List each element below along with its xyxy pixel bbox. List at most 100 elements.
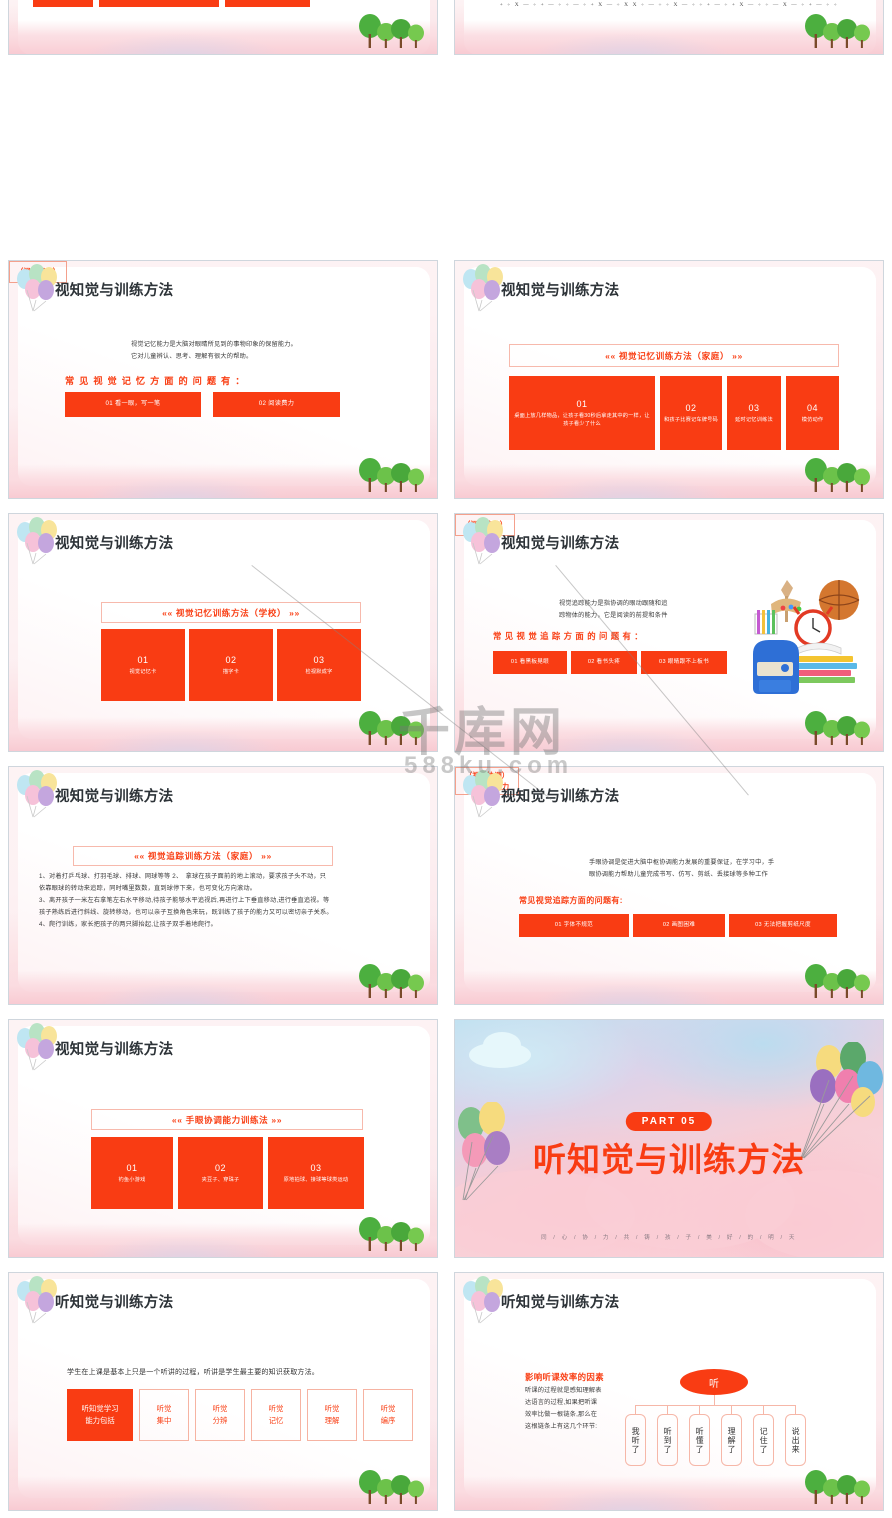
paragraph-line: 效率比做一根链条,那么在 xyxy=(525,1411,598,1419)
school-supplies-illustration xyxy=(753,580,860,694)
method-box[interactable]: 02 和孩子比赛记车牌号码 xyxy=(660,376,722,450)
slide-thumbnail-cut-right[interactable]: + ÷ X — ÷ + — ÷ ÷ — ÷ + X — ÷ X X ÷ — ÷ … xyxy=(446,0,892,62)
slide-canvas: PART 05 听知觉与训练方法 同 / 心 / 协 / 力 / 共 / 铸 /… xyxy=(454,1019,884,1258)
ability-box-primary[interactable]: 听知觉学习 能力包括 xyxy=(67,1389,133,1441)
orange-box[interactable] xyxy=(33,0,93,7)
slide-thumbnail-visuomotor-coordination[interactable]: 视知觉与训练方法 （视动协调） 手眼协调能力 手眼协调是促进大脑中枢协调能力发展… xyxy=(446,759,892,1012)
method-box[interactable]: 01 钓鱼小游戏 xyxy=(91,1137,173,1209)
ability-box[interactable]: 听觉 理解 xyxy=(307,1389,357,1441)
pink-wave-accent xyxy=(86,34,283,54)
orange-box[interactable] xyxy=(225,0,310,7)
slide-thumbnail-visual-memory-school[interactable]: 视知觉与训练方法 «« 视觉记忆训练方法（学校） »» 01 视觉记忆卡 02 … xyxy=(0,506,446,759)
trees-icon xyxy=(805,458,870,492)
section-band: «« 视觉追踪训练方法（家庭） »» xyxy=(73,846,333,866)
trees-icon xyxy=(359,458,424,492)
method-box[interactable]: 02 夹豆子、穿珠子 xyxy=(178,1137,263,1209)
problem-box[interactable]: 02 画图困难 xyxy=(633,914,725,937)
orange-box[interactable] xyxy=(99,0,219,7)
problem-box[interactable]: 01 看黑板晃眼 xyxy=(493,651,567,674)
balloons-icon xyxy=(17,264,57,312)
page-title: 视知觉与训练方法 xyxy=(501,536,620,552)
slide-thumbnail-auditory-abilities[interactable]: 听知觉与训练方法 学生在上课是基本上只是一个听讲的过程，听讲是学生最主要的知识获… xyxy=(0,1265,446,1518)
method-description: 描字卡 xyxy=(222,668,240,675)
tree-leaf-node[interactable]: 理解了 xyxy=(721,1414,742,1466)
ability-line: 听觉 xyxy=(380,1404,396,1414)
method-box[interactable]: 04 模仿动作 xyxy=(786,376,839,450)
trees-icon xyxy=(359,964,424,998)
problem-box[interactable]: 02 阅读费力 xyxy=(213,392,340,417)
slide-canvas: 视知觉与训练方法 （视觉追踪） 视觉追踪能力是指协调的眼动跟随和追 踪物体的能力… xyxy=(454,513,884,752)
trees-icon xyxy=(359,14,424,48)
method-description: 钓鱼小游戏 xyxy=(118,1176,146,1183)
method-number: 01 xyxy=(126,1162,138,1173)
slide-thumbnail-visual-memory-intro[interactable]: 视知觉与训练方法 （视觉记忆） 视觉记忆能力是大脑对眼睛所见到的事物印象的保留能… xyxy=(0,253,446,506)
slide-thumbnail-hand-eye-training[interactable]: 视知觉与训练方法 «« 手眼协调能力训练法 »» 01 钓鱼小游戏 02 夹豆子… xyxy=(0,1012,446,1265)
ability-box[interactable]: 听觉 集中 xyxy=(139,1389,189,1441)
ability-box[interactable]: 听觉 记忆 xyxy=(251,1389,301,1441)
definition-line: 它对儿童辨认、思考、理解有很大的帮助。 xyxy=(131,353,253,361)
method-box[interactable]: 03 原地拍球、接球等球类运动 xyxy=(268,1137,364,1209)
problem-box[interactable]: 01 看一眼，写一笔 xyxy=(65,392,201,417)
method-number: 02 xyxy=(225,654,237,665)
ability-line: 听觉 xyxy=(268,1404,284,1414)
method-box[interactable]: 01 视觉记忆卡 xyxy=(101,629,185,701)
slide-canvas: 听知觉与训练方法 学生在上课是基本上只是一个听讲的过程，听讲是学生最主要的知识获… xyxy=(8,1272,438,1511)
definition-line: 眼协调能力帮助儿童完成书写、仿写、剪纸、丢接球等多种工作 xyxy=(589,871,768,879)
tree-leaf-node[interactable]: 听到了 xyxy=(657,1414,678,1466)
tree-connector xyxy=(699,1405,700,1414)
method-box[interactable]: 01 桌面上放几样物品，让孩子看30秒后拿走其中的一样，让孩子看少了什么 xyxy=(509,376,655,450)
slide-canvas: + ÷ X — ÷ + — ÷ ÷ — ÷ + X — ÷ X X ÷ — ÷ … xyxy=(454,0,884,55)
slide-grid: + ÷ X — ÷ + — ÷ ÷ — ÷ + X — ÷ X X ÷ — ÷ … xyxy=(0,0,892,1518)
method-description: 和孩子比赛记车牌号码 xyxy=(664,416,718,423)
tree-leaf-node[interactable]: 我听了 xyxy=(625,1414,646,1466)
ability-line: 听觉 xyxy=(156,1404,172,1414)
section-paragraph: 听课的过程就是感知理解表 达语言的过程,如果把听课 效率比做一根链条,那么在 这… xyxy=(525,1385,621,1433)
balloons-left-icon xyxy=(458,1102,510,1201)
slide-thumbnail-listening-efficiency[interactable]: 听知觉与训练方法 影响听课效率的因素 听课的过程就是感知理解表 达语言的过程,如… xyxy=(446,1265,892,1518)
trees-icon xyxy=(805,1470,870,1504)
balloons-icon xyxy=(17,1276,57,1324)
slide-canvas: 视知觉与训练方法 «« 视觉记忆训练方法（家庭） »» 01 桌面上放几样物品，… xyxy=(454,260,884,499)
problem-box[interactable]: 02 看书头疼 xyxy=(571,651,637,674)
definition-line: 视觉记忆能力是大脑对眼睛所见到的事物印象的保留能力。 xyxy=(131,341,298,348)
slide-thumbnail-visual-tracking-home[interactable]: 视知觉与训练方法 «« 视觉追踪训练方法（家庭） »» 1、对着打乒乓球、打羽毛… xyxy=(0,759,446,1012)
tree-connector xyxy=(635,1405,795,1406)
page-title: 视知觉与训练方法 xyxy=(55,283,174,299)
method-number: 03 xyxy=(748,402,760,413)
trees-icon xyxy=(359,711,424,745)
tree-leaf-node[interactable]: 说出来 xyxy=(785,1414,806,1466)
ability-line: 记忆 xyxy=(268,1416,284,1425)
question-heading: 常见视觉追踪方面的问题有: xyxy=(519,896,623,905)
slide-thumbnail-visual-memory-home[interactable]: 视知觉与训练方法 «« 视觉记忆训练方法（家庭） »» 01 桌面上放几样物品，… xyxy=(446,253,892,506)
method-box[interactable]: 03 检视默成字 xyxy=(277,629,361,701)
ability-box[interactable]: 听觉 分辨 xyxy=(195,1389,245,1441)
question-heading: 常见视觉追踪方面的问题有： xyxy=(493,631,647,641)
trees-icon xyxy=(359,1470,424,1504)
ability-box[interactable]: 听觉 编序 xyxy=(363,1389,413,1441)
balloons-icon xyxy=(463,264,503,312)
method-box[interactable]: 03 延时记忆训练法 xyxy=(727,376,781,450)
slide-thumbnail-visual-tracking-intro[interactable]: 视知觉与训练方法 （视觉追踪） 视觉追踪能力是指协调的眼动跟随和追 踪物体的能力… xyxy=(446,506,892,759)
method-description: 视觉记忆卡 xyxy=(129,668,157,675)
method-box[interactable]: 02 描字卡 xyxy=(189,629,273,701)
problem-box[interactable]: 03 无法把握剪纸尺度 xyxy=(729,914,837,937)
tree-root-node[interactable]: 听 xyxy=(680,1369,748,1395)
page-title: 视知觉与训练方法 xyxy=(501,789,620,805)
balloons-icon xyxy=(17,770,57,818)
balloons-icon xyxy=(463,1276,503,1324)
slide-canvas: 视知觉与训练方法 «« 视觉记忆训练方法（学校） »» 01 视觉记忆卡 02 … xyxy=(8,513,438,752)
section-band: «« 手眼协调能力训练法 »» xyxy=(91,1109,363,1130)
tree-leaf-node[interactable]: 听懂了 xyxy=(689,1414,710,1466)
problem-box[interactable]: 03 眼睛跟不上板书 xyxy=(641,651,727,674)
definition-paragraph: 视觉追踪能力是指协调的眼动跟随和追 踪物体的能力，它是阅读的前提和条件 xyxy=(559,598,727,622)
problem-box[interactable]: 01 字体不规范 xyxy=(519,914,629,937)
tree-leaf-node[interactable]: 记住了 xyxy=(753,1414,774,1466)
method-number: 03 xyxy=(310,1162,322,1173)
slide-thumbnail-part-05-divider[interactable]: PART 05 听知觉与训练方法 同 / 心 / 协 / 力 / 共 / 铸 /… xyxy=(446,1012,892,1265)
slide-canvas: 视知觉与训练方法 «« 视觉追踪训练方法（家庭） »» 1、对着打乒乓球、打羽毛… xyxy=(8,766,438,1005)
instruction-list: 1、对着打乒乓球、打羽毛球、排球、网球等等 2、 拿球在孩子面前的地上滚动，要求… xyxy=(39,871,411,931)
slide-thumbnail-cut-left[interactable] xyxy=(0,0,446,62)
part-title: 听知觉与训练方法 xyxy=(533,1141,805,1178)
divider-background: PART 05 听知觉与训练方法 同 / 心 / 协 / 力 / 共 / 铸 /… xyxy=(455,1020,883,1257)
instruction-line: 1、对着打乒乓球、打羽毛球、排球、网球等等 2、 拿球在孩子面前的地上滚动，要求… xyxy=(39,873,327,880)
